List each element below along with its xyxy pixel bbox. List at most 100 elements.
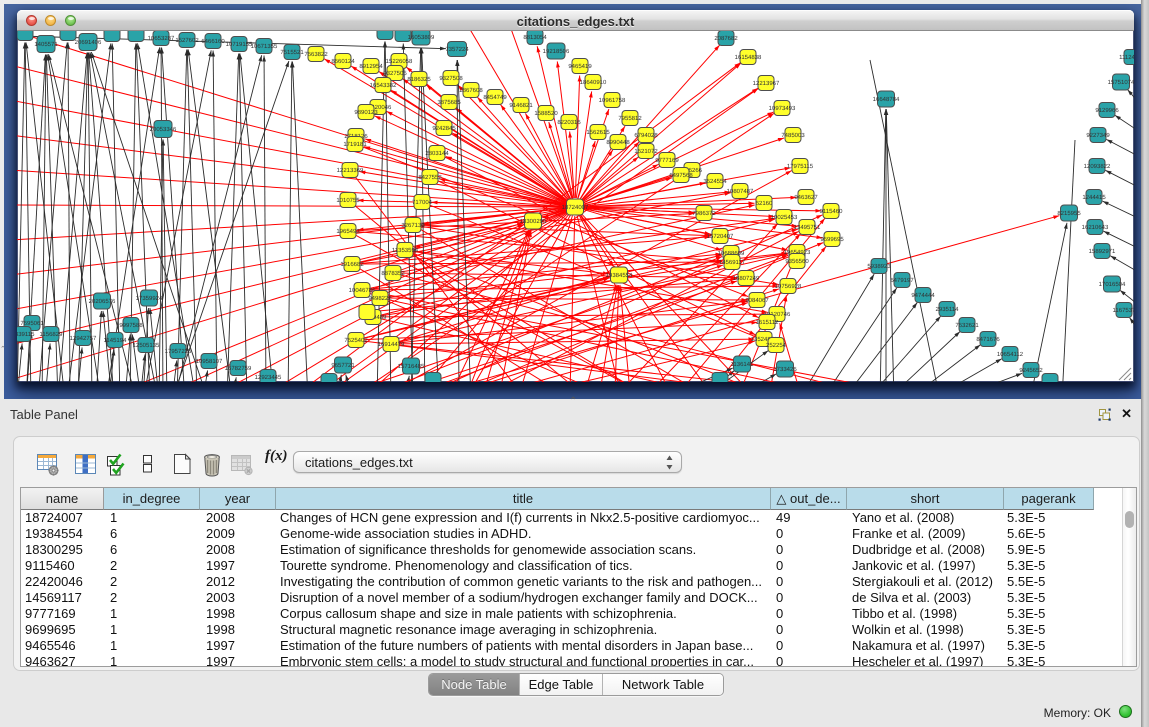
graph-node[interactable]	[104, 31, 120, 42]
graph-node[interactable]	[377, 31, 393, 40]
graph-edge-red[interactable]	[430, 205, 767, 341]
graph-edge-black[interactable]	[213, 50, 217, 382]
graph-edge-black[interactable]	[951, 373, 1022, 382]
graph-edge-red[interactable]	[17, 205, 566, 207]
table-row[interactable]: 1456911722003Disruption of a novel membe…	[21, 590, 1124, 606]
column-header-name[interactable]: name	[21, 488, 104, 510]
graph-node[interactable]	[17, 31, 33, 41]
column-header-short[interactable]: short	[847, 488, 1004, 510]
column-header-year[interactable]: year	[200, 488, 276, 510]
table-mode-button[interactable]	[35, 450, 61, 478]
cell: 5.6E-5	[1004, 526, 1094, 542]
table-row[interactable]: 946362711997Embryonic stem cells: a mode…	[21, 654, 1124, 667]
cell: Estimation of significance thresholds fo…	[276, 542, 771, 558]
graph-edge-red[interactable]	[501, 105, 570, 200]
row-height-button[interactable]	[134, 450, 160, 478]
edge-arrowhead-icon	[346, 375, 350, 381]
new-column-icon	[169, 450, 195, 478]
column-header-out_de[interactable]: △ out_de...	[771, 488, 847, 510]
memory-status-icon[interactable]	[1119, 705, 1132, 718]
graph-node-label: 9777169	[655, 157, 679, 164]
graph-node[interactable]	[128, 31, 144, 42]
graph-edge-black[interactable]	[143, 50, 211, 382]
select-columns-icon	[104, 450, 130, 478]
table-row[interactable]: 1830029562008Estimation of significance …	[21, 542, 1124, 558]
table-panel: ⌃ Table Panel ✕	[0, 399, 1141, 727]
cell: Hescheler et al. (1997)	[847, 654, 1004, 667]
graph-node-label: 8454749	[483, 94, 507, 101]
graph-edge-black[interactable]	[411, 47, 421, 382]
graph-edge-black[interactable]	[870, 60, 940, 382]
edge-arrowhead-icon	[817, 243, 823, 247]
close-panel-icon[interactable]: ✕	[1121, 406, 1132, 422]
scrollbar-thumb[interactable]	[1125, 511, 1134, 528]
delete-table-button[interactable]	[229, 450, 255, 478]
graph-edge-black[interactable]	[162, 47, 185, 382]
graph-node-label: 10961758	[599, 97, 626, 104]
graph-edge-black[interactable]	[799, 274, 874, 382]
status-bar: Memory: OK	[0, 697, 1141, 727]
graph-node-label: 15751074	[1108, 79, 1134, 86]
graph-edge-black[interactable]	[172, 61, 289, 382]
graph-node-label: 1916682	[340, 261, 364, 268]
table-row[interactable]: 1938455462009Genome-wide association stu…	[21, 526, 1124, 542]
cell: 19384554	[21, 526, 104, 542]
graph-edge-black[interactable]	[227, 53, 239, 382]
table-row[interactable]: 977716911998Corpus callosum shape and si…	[21, 606, 1124, 622]
edge-arrowhead-icon	[205, 370, 209, 376]
delete-column-button[interactable]	[199, 450, 225, 478]
graph-node[interactable]	[321, 374, 337, 383]
edge-arrowhead-icon	[770, 374, 776, 379]
graph-edge-black[interactable]	[880, 109, 886, 382]
graph-node-label: 20206576	[89, 298, 116, 305]
graph-edge-black[interactable]	[930, 359, 1002, 382]
column-header-pagerank[interactable]: pagerank	[1004, 488, 1094, 510]
graph-node-label: 1145194	[104, 337, 128, 344]
new-column-button[interactable]	[169, 450, 195, 478]
edge-arrowhead-icon	[748, 204, 754, 208]
show-columns-button[interactable]	[72, 450, 98, 478]
float-window-icon[interactable]	[1098, 408, 1111, 421]
graph-edge-black[interactable]	[908, 345, 980, 382]
graph-node[interactable]	[425, 373, 441, 383]
graph-edge-black[interactable]	[138, 43, 196, 382]
cell: 0	[771, 558, 847, 574]
graph-edge-black[interactable]	[822, 288, 897, 382]
table-row[interactable]: 911546021997Tourette syndrome. Phenomeno…	[21, 558, 1124, 574]
table-row[interactable]: 2242004622012Investigating the contribut…	[21, 574, 1124, 590]
cell: 14569117	[21, 590, 104, 606]
graph-node-label: 16053809	[408, 34, 435, 41]
graph-node[interactable]	[359, 305, 375, 320]
graph-node[interactable]	[712, 373, 728, 383]
graph-edge-black[interactable]	[1062, 140, 1075, 382]
graph-node-label: 8660124	[331, 58, 355, 65]
edge-arrowhead-icon	[157, 47, 161, 53]
select-columns-button[interactable]	[104, 450, 130, 478]
tab-edge-table[interactable]: Edge Table	[520, 674, 603, 695]
window-titlebar[interactable]: citations_edges.txt	[17, 10, 1134, 31]
vertical-scrollbar[interactable]	[1122, 488, 1136, 666]
resize-grip-icon[interactable]	[1118, 367, 1132, 381]
network-canvas[interactable]: 1405571206914061065328715276026466160107…	[17, 31, 1134, 382]
graph-edge-black[interactable]	[843, 303, 917, 382]
tab-network-table[interactable]: Network Table	[603, 674, 723, 695]
table-row[interactable]: 946554611997Estimation of the future num…	[21, 638, 1124, 654]
graph-edge-black[interactable]	[288, 61, 292, 382]
graph-node[interactable]	[60, 31, 76, 41]
table-row[interactable]: 1872400712008Changes of HCN gene express…	[21, 510, 1124, 526]
graph-edge-black[interactable]	[887, 331, 960, 382]
column-header-title[interactable]: title	[276, 488, 771, 510]
graph-node[interactable]	[1042, 374, 1058, 383]
graph-edge-red[interactable]	[452, 133, 567, 202]
graph-edge-black[interactable]	[292, 61, 308, 382]
tab-node-table[interactable]: Node Table	[429, 674, 520, 695]
graph-edge-black[interactable]	[163, 139, 167, 382]
graph-node-label: 1156829	[40, 331, 64, 338]
table-row[interactable]: 969969511998Structural magnetic resonanc…	[21, 622, 1124, 638]
graph-edge-black[interactable]	[1030, 223, 1067, 382]
column-header-in_degree[interactable]: in_degree	[104, 488, 200, 510]
graph-node-label: 9890123	[354, 109, 378, 116]
cytoscape-app: ⌃ citations_edges.txt 140557120691406106…	[0, 0, 1149, 727]
table-selector-dropdown[interactable]: citations_edges.txt	[293, 451, 682, 473]
function-builder-button[interactable]: f(x)	[265, 448, 291, 476]
